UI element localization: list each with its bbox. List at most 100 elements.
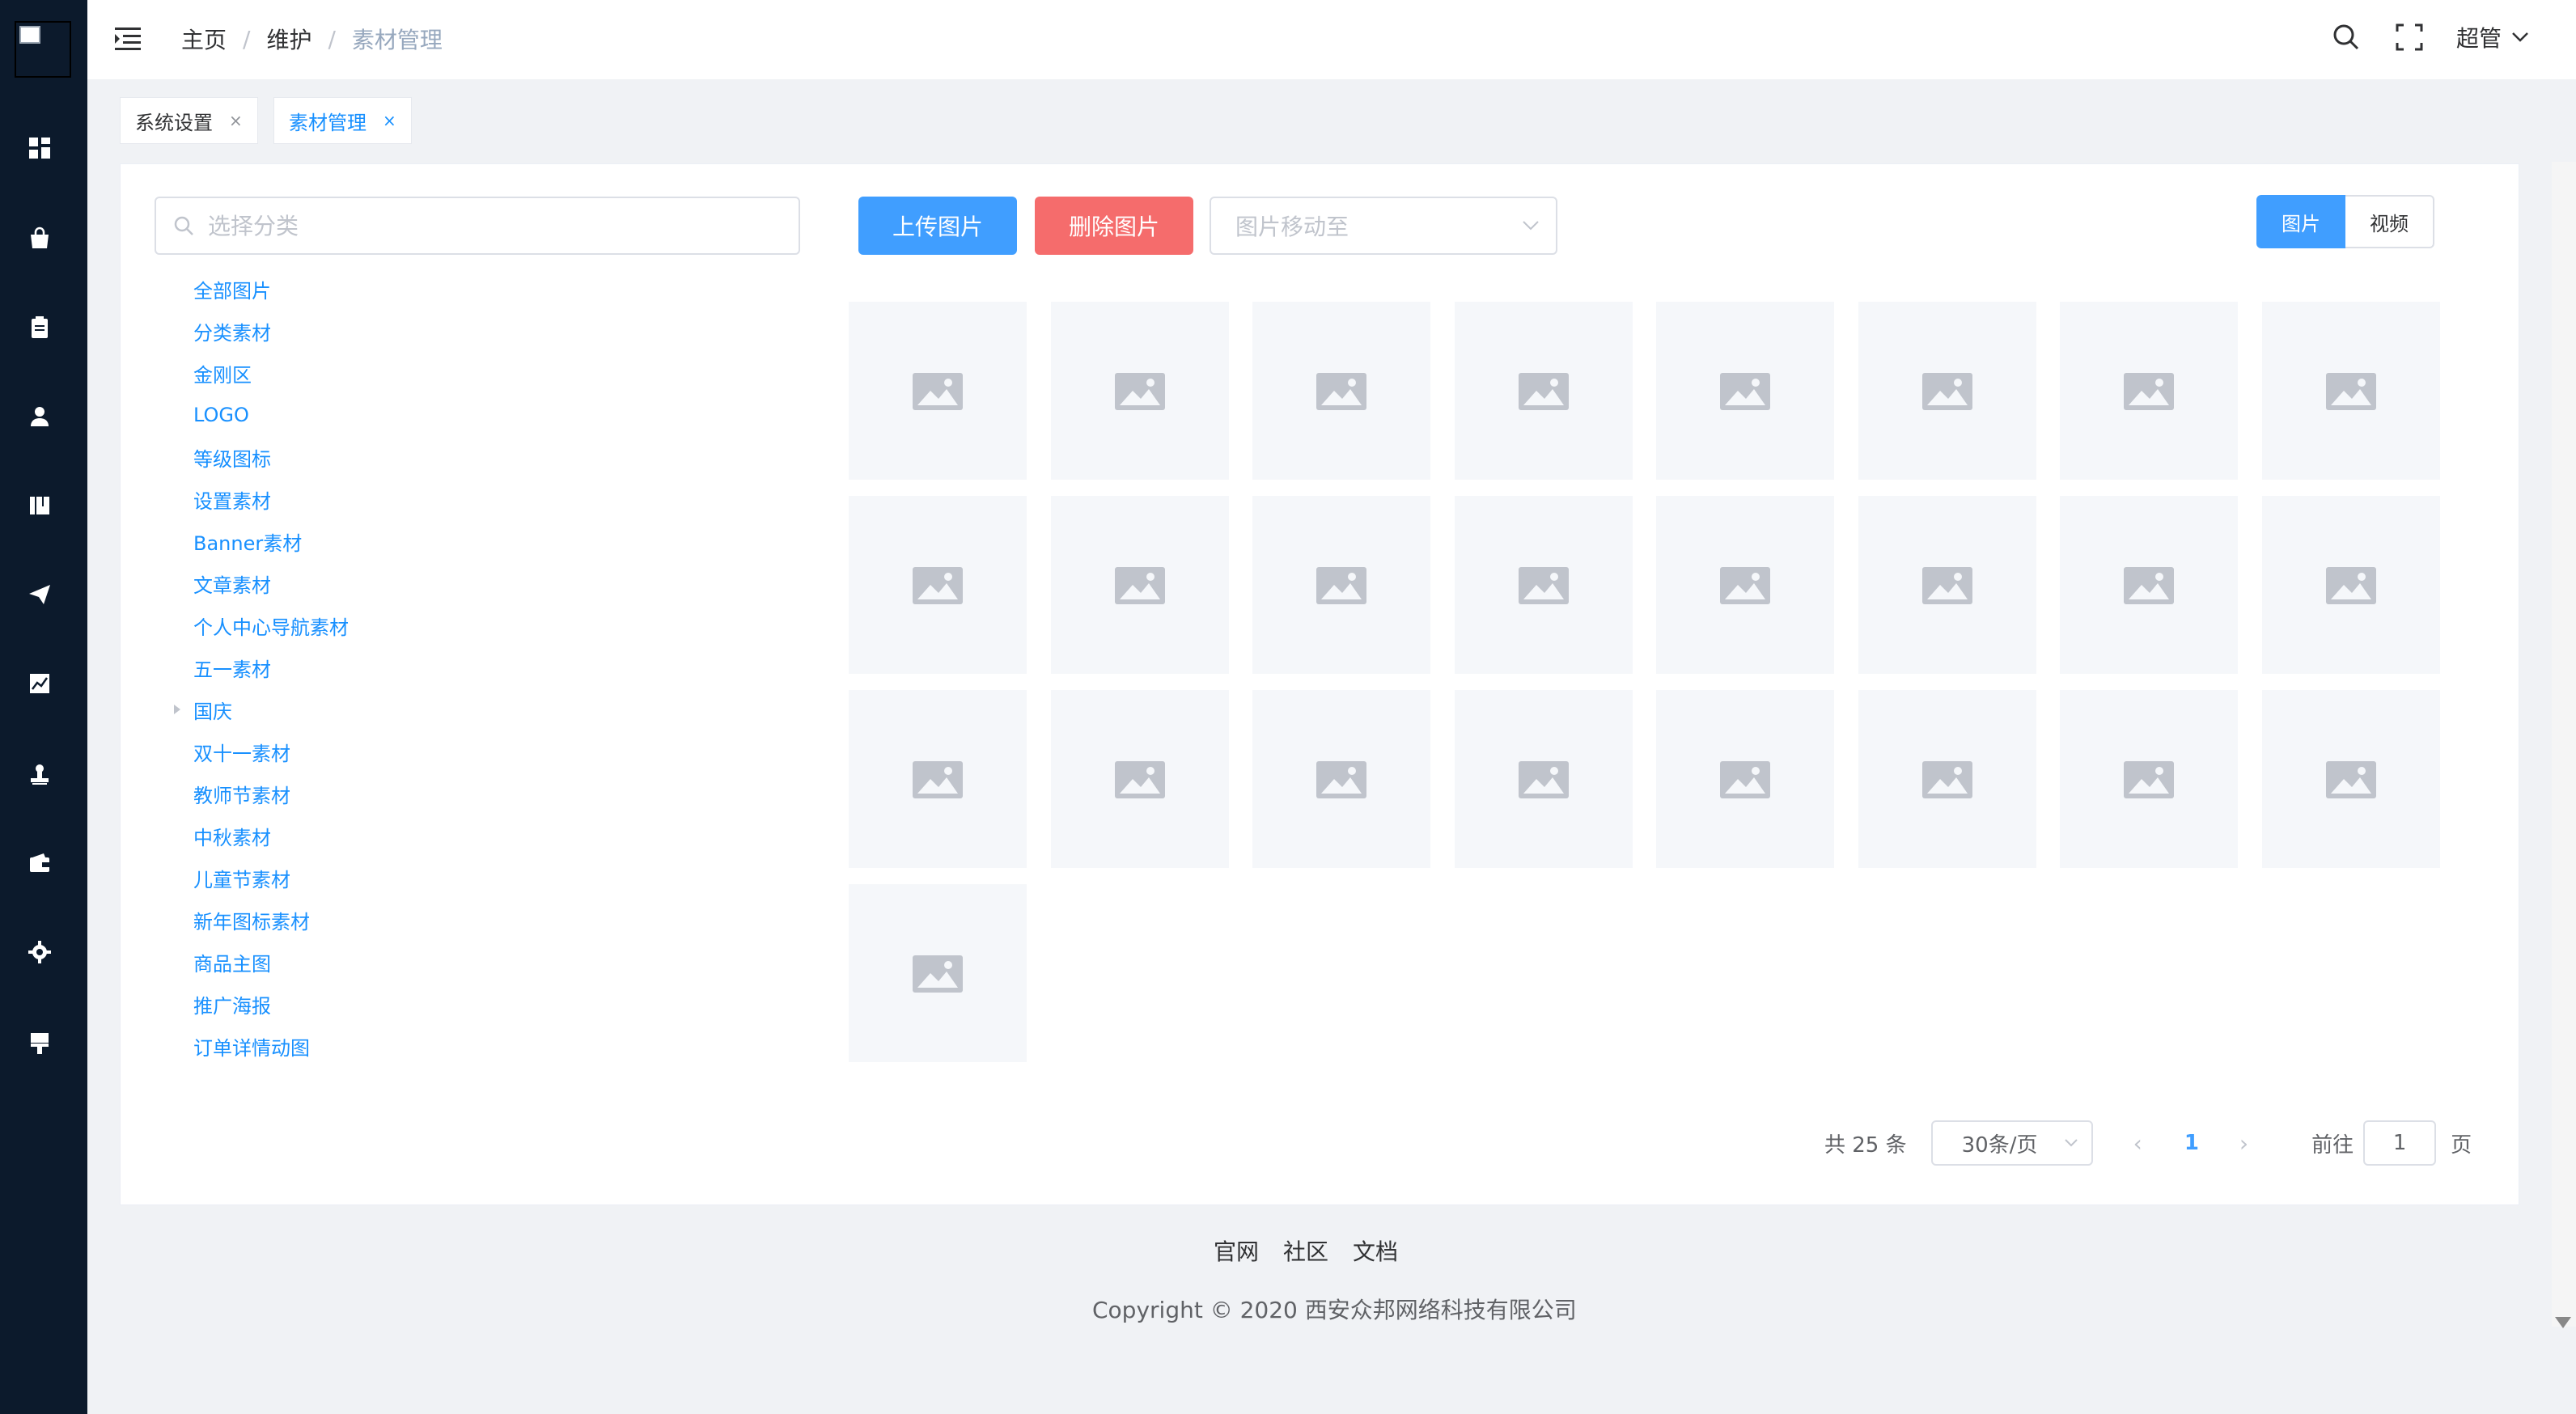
footer-link-community[interactable]: 社区	[1283, 1234, 1328, 1267]
image-tile[interactable]	[1656, 690, 1834, 868]
category-item[interactable]: 推广海报	[169, 983, 800, 1025]
page-scrollbar[interactable]	[2552, 162, 2576, 1327]
expand-caret-icon[interactable]	[169, 701, 185, 718]
category-search[interactable]	[155, 197, 800, 255]
category-item[interactable]: 国庆	[169, 688, 800, 730]
category-label: 商品主图	[193, 952, 271, 976]
dashboard-icon[interactable]	[26, 134, 53, 162]
move-to-placeholder: 图片移动至	[1235, 214, 1349, 240]
page-size-select[interactable]: 30条/页	[1930, 1120, 2093, 1166]
chevron-down-icon	[1523, 221, 1539, 231]
image-tile[interactable]	[1858, 496, 2036, 674]
top-header: 主页 / 维护 / 素材管理 超管	[87, 0, 2576, 79]
footer-links: 官网 社区 文档	[1214, 1234, 1422, 1267]
gear-icon[interactable]	[26, 938, 53, 966]
upload-image-button[interactable]: 上传图片	[858, 197, 1017, 255]
breadcrumb: 主页 / 维护 / 素材管理	[181, 23, 443, 55]
wallet-icon[interactable]	[26, 849, 53, 877]
breadcrumb-maintain[interactable]: 维护	[266, 23, 311, 55]
category-item[interactable]: 分类素材	[169, 310, 800, 352]
tab-image[interactable]: 图片	[2256, 195, 2345, 248]
tag-system-settings[interactable]: 系统设置 ×	[120, 97, 258, 144]
category-item[interactable]: 新年图标素材	[169, 899, 800, 941]
prev-page-icon[interactable]: ‹	[2133, 1130, 2142, 1157]
breadcrumb-home[interactable]: 主页	[181, 23, 227, 55]
book-icon[interactable]	[26, 492, 53, 519]
page-unit: 页	[2451, 1132, 2472, 1158]
image-tile[interactable]	[2261, 302, 2440, 480]
category-item[interactable]: LOGO	[169, 394, 800, 436]
logo[interactable]	[15, 21, 71, 78]
category-item[interactable]: 订单详情动图	[169, 1025, 800, 1067]
image-placeholder-icon	[2325, 373, 2376, 410]
clipboard-icon[interactable]	[26, 314, 53, 341]
category-label: 设置素材	[193, 489, 271, 513]
image-tile[interactable]	[1454, 302, 1633, 480]
category-label: 儿童节素材	[193, 868, 290, 891]
image-tile[interactable]	[2261, 690, 2440, 868]
tag-material-management[interactable]: 素材管理 ×	[273, 97, 412, 144]
image-tile[interactable]	[1050, 496, 1229, 674]
close-icon[interactable]: ×	[383, 111, 396, 130]
footer-link-official[interactable]: 官网	[1214, 1234, 1259, 1267]
category-item[interactable]: 教师节素材	[169, 773, 800, 815]
shopping-bag-icon[interactable]	[26, 225, 53, 252]
close-icon[interactable]: ×	[229, 111, 243, 130]
image-placeholder-icon	[913, 373, 963, 410]
category-item[interactable]: 双十一素材	[169, 730, 800, 773]
move-to-select[interactable]: 图片移动至	[1210, 197, 1557, 255]
next-page-icon[interactable]: ›	[2239, 1130, 2248, 1157]
footer-link-docs[interactable]: 文档	[1353, 1234, 1398, 1267]
image-tile[interactable]	[1454, 690, 1633, 868]
image-tile[interactable]	[1252, 302, 1430, 480]
scroll-down-icon[interactable]	[2555, 1317, 2571, 1328]
image-tile[interactable]	[2060, 302, 2238, 480]
image-placeholder-icon	[1921, 761, 1972, 798]
image-tile[interactable]	[1050, 302, 1229, 480]
send-icon[interactable]	[26, 581, 53, 608]
stamp-icon[interactable]	[26, 760, 53, 788]
image-tile[interactable]	[849, 690, 1027, 868]
chart-icon[interactable]	[26, 670, 53, 697]
goto-page-input[interactable]: 1	[2363, 1120, 2437, 1166]
fullscreen-icon[interactable]	[2393, 21, 2426, 53]
user-menu[interactable]: 超管	[2456, 21, 2529, 53]
category-item[interactable]: 儿童节素材	[169, 857, 800, 899]
category-search-input[interactable]	[206, 211, 760, 240]
category-item[interactable]: 金刚区	[169, 352, 800, 394]
image-tile[interactable]	[1656, 302, 1834, 480]
category-item[interactable]: 全部图片	[169, 268, 800, 310]
image-tile[interactable]	[1858, 302, 2036, 480]
category-item[interactable]: Banner素材	[169, 520, 800, 562]
image-tile[interactable]	[1252, 690, 1430, 868]
image-tile[interactable]	[1858, 690, 2036, 868]
image-tile[interactable]	[1454, 496, 1633, 674]
brush-icon[interactable]	[26, 1029, 53, 1056]
category-item[interactable]: 中秋素材	[169, 815, 800, 857]
image-tile[interactable]	[849, 496, 1027, 674]
image-tile[interactable]	[1252, 496, 1430, 674]
category-label: 订单详情动图	[193, 1036, 310, 1060]
image-tile[interactable]	[1656, 496, 1834, 674]
page-number[interactable]: 1	[2184, 1131, 2199, 1155]
delete-image-button[interactable]: 删除图片	[1035, 197, 1193, 255]
image-tile[interactable]	[1050, 690, 1229, 868]
category-label: 等级图标	[193, 447, 271, 471]
menu-toggle-icon[interactable]	[112, 24, 144, 53]
tab-video[interactable]: 视频	[2345, 195, 2434, 248]
category-item[interactable]: 商品主图	[169, 941, 800, 983]
category-item[interactable]: 等级图标	[169, 436, 800, 478]
search-icon[interactable]	[2330, 21, 2362, 53]
user-icon[interactable]	[26, 403, 53, 430]
image-tile[interactable]	[2060, 690, 2238, 868]
image-placeholder-icon	[913, 567, 963, 604]
category-item[interactable]: 设置素材	[169, 478, 800, 520]
category-item[interactable]: 文章素材	[169, 562, 800, 604]
category-item[interactable]: 个人中心导航素材	[169, 604, 800, 646]
image-tile[interactable]	[2261, 496, 2440, 674]
category-item[interactable]: 五一素材	[169, 646, 800, 688]
image-tile[interactable]	[2060, 496, 2238, 674]
image-tile[interactable]	[849, 302, 1027, 480]
image-placeholder-icon	[1316, 567, 1366, 604]
image-tile[interactable]	[849, 884, 1027, 1062]
